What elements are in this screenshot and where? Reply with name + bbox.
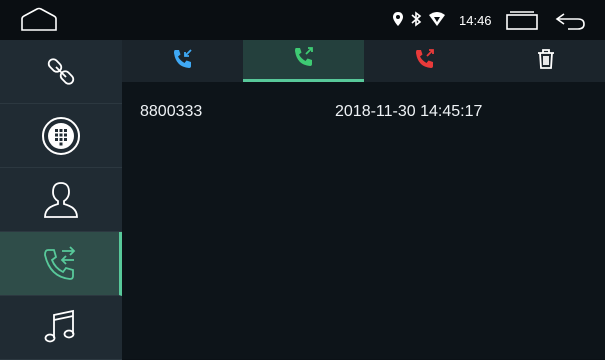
tab-delete[interactable] xyxy=(485,40,605,82)
wifi-icon xyxy=(428,11,446,32)
missed-calls-icon xyxy=(413,47,437,76)
call-log-screen: 14:46 8800333 2018-11-30 14:45:17 xyxy=(0,0,605,360)
status-icons xyxy=(392,10,446,32)
call-datetime: 2018-11-30 14:45:17 xyxy=(335,103,483,120)
tab-missed[interactable] xyxy=(364,40,485,82)
outgoing-calls-icon xyxy=(292,45,316,74)
sidebar xyxy=(0,40,122,360)
location-icon xyxy=(392,11,404,32)
recent-apps-icon[interactable] xyxy=(504,8,540,34)
sidebar-item-contacts[interactable] xyxy=(0,168,122,232)
incoming-calls-icon xyxy=(171,47,195,76)
trash-icon xyxy=(535,48,557,75)
music-icon xyxy=(39,306,83,350)
sidebar-item-call-log[interactable] xyxy=(0,232,122,296)
call-log-row[interactable]: 8800333 2018-11-30 14:45:17 xyxy=(122,82,605,122)
home-icon[interactable] xyxy=(18,6,60,34)
call-number: 8800333 xyxy=(140,103,203,120)
dialpad-icon xyxy=(39,114,83,158)
call-type-tabs xyxy=(122,40,605,82)
call-log-list: 8800333 2018-11-30 14:45:17 xyxy=(122,82,605,359)
status-bar: 14:46 xyxy=(0,0,605,40)
back-icon[interactable] xyxy=(550,8,590,34)
sidebar-item-bluetooth[interactable] xyxy=(0,40,122,104)
call-log-icon xyxy=(38,242,82,286)
tab-incoming[interactable] xyxy=(122,40,243,82)
bluetooth-icon xyxy=(410,10,422,32)
contacts-icon xyxy=(39,178,83,222)
clock: 14:46 xyxy=(459,13,492,28)
bluetooth-link-icon xyxy=(41,52,81,92)
sidebar-item-music[interactable] xyxy=(0,296,122,360)
sidebar-item-dialpad[interactable] xyxy=(0,104,122,168)
tab-outgoing[interactable] xyxy=(243,40,364,82)
